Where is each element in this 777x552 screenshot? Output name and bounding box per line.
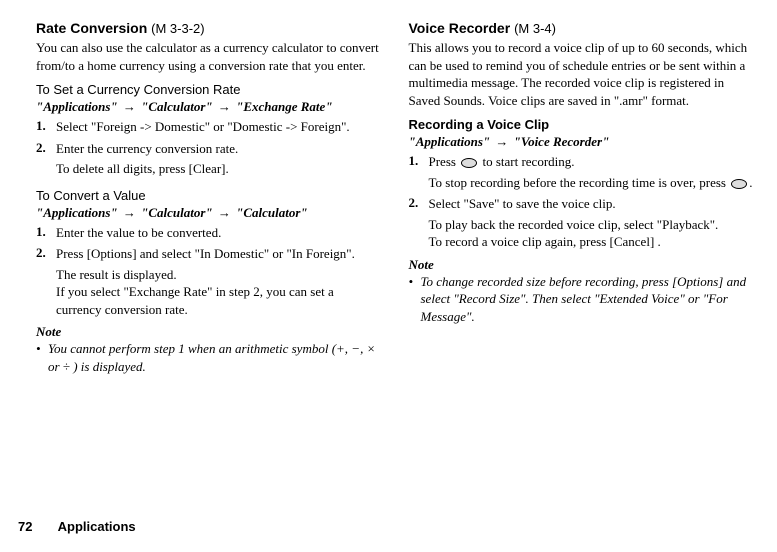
right-column: Voice Recorder (M 3-4) This allows you t… <box>409 20 754 376</box>
footer-section: Applications <box>58 519 136 534</box>
recording-path: "Applications" → "Voice Recorder" <box>409 134 754 150</box>
path-seg: "Voice Recorder" <box>514 134 610 149</box>
list-item: 1. Press to start recording. To stop rec… <box>409 153 754 191</box>
arrow-icon: → <box>121 205 138 220</box>
list-item: 2. Select "Save" to save the voice clip.… <box>409 195 754 251</box>
convert-steps: 1. Enter the value to be converted. 2. P… <box>36 224 381 319</box>
path-seg: "Applications" <box>409 134 491 149</box>
step-subtext: The result is displayed. <box>56 266 381 284</box>
step-text: Select "Foreign -> Domestic" or "Domesti… <box>56 118 381 136</box>
step-text: Enter the currency conversion rate. <box>56 140 381 158</box>
step-number: 2. <box>36 140 46 156</box>
left-column: Rate Conversion (M 3-3-2) You can also u… <box>36 20 381 376</box>
path-seg: "Calculator" <box>141 205 213 220</box>
step-number: 1. <box>36 224 46 240</box>
voice-recorder-title: Voice Recorder <box>409 20 511 36</box>
page-columns: Rate Conversion (M 3-3-2) You can also u… <box>36 20 753 376</box>
list-item: 2. Enter the currency conversion rate. T… <box>36 140 381 178</box>
rate-conversion-heading: Rate Conversion (M 3-3-2) <box>36 20 381 36</box>
convert-path: "Applications" → "Calculator" → "Calcula… <box>36 205 381 221</box>
step-number: 2. <box>409 195 419 211</box>
path-seg: "Calculator" <box>141 99 213 114</box>
arrow-icon: → <box>216 205 233 220</box>
text-fragment: To stop recording before the recording t… <box>429 175 730 190</box>
step-subtext: To record a voice clip again, press [Can… <box>429 233 754 251</box>
set-rate-steps: 1. Select "Foreign -> Domestic" or "Dome… <box>36 118 381 178</box>
step-subtext: If you select "Exchange Rate" in step 2,… <box>56 283 381 318</box>
step-text: Press to start recording. <box>429 153 754 171</box>
step-number: 1. <box>36 118 46 134</box>
page-number: 72 <box>18 519 32 534</box>
step-subtext: To stop recording before the recording t… <box>429 174 754 192</box>
path-seg: "Applications" <box>36 99 118 114</box>
text-fragment: to start recording. <box>479 154 574 169</box>
list-item: 2. Press [Options] and select "In Domest… <box>36 245 381 318</box>
list-item: 1. Enter the value to be converted. <box>36 224 381 242</box>
text-fragment: Press <box>429 154 460 169</box>
arrow-icon: → <box>493 134 510 149</box>
step-number: 1. <box>409 153 419 169</box>
recording-steps: 1. Press to start recording. To stop rec… <box>409 153 754 251</box>
note-label: Note <box>36 324 381 340</box>
path-seg: "Calculator" <box>236 205 308 220</box>
note-text: To change recorded size before recording… <box>409 273 754 326</box>
step-number: 2. <box>36 245 46 261</box>
text-fragment: . <box>749 175 752 190</box>
rate-intro: You can also use the calculator as a cur… <box>36 39 381 74</box>
arrow-icon: → <box>121 99 138 114</box>
step-text: Press [Options] and select "In Domestic"… <box>56 245 381 263</box>
list-item: 1. Select "Foreign -> Domestic" or "Dome… <box>36 118 381 136</box>
arrow-icon: → <box>216 99 233 114</box>
path-seg: "Exchange Rate" <box>236 99 332 114</box>
recording-heading: Recording a Voice Clip <box>409 117 754 132</box>
page-footer: 72 Applications <box>18 519 136 534</box>
note-text: You cannot perform step 1 when an arithm… <box>36 340 381 375</box>
path-seg: "Applications" <box>36 205 118 220</box>
center-key-icon <box>461 158 477 168</box>
set-rate-path: "Applications" → "Calculator" → "Exchang… <box>36 99 381 115</box>
rate-conversion-title: Rate Conversion <box>36 20 147 36</box>
center-key-icon <box>731 179 747 189</box>
voice-recorder-heading: Voice Recorder (M 3-4) <box>409 20 754 36</box>
step-text: Enter the value to be converted. <box>56 224 381 242</box>
step-subtext: To delete all digits, press [Clear]. <box>56 160 381 178</box>
step-subtext: To play back the recorded voice clip, se… <box>429 216 754 234</box>
voice-intro: This allows you to record a voice clip o… <box>409 39 754 109</box>
rate-conversion-code: (M 3-3-2) <box>151 21 204 36</box>
step-text: Select "Save" to save the voice clip. <box>429 195 754 213</box>
voice-recorder-code: (M 3-4) <box>514 21 556 36</box>
note-label: Note <box>409 257 754 273</box>
convert-heading: To Convert a Value <box>36 188 381 203</box>
set-rate-heading: To Set a Currency Conversion Rate <box>36 82 381 97</box>
